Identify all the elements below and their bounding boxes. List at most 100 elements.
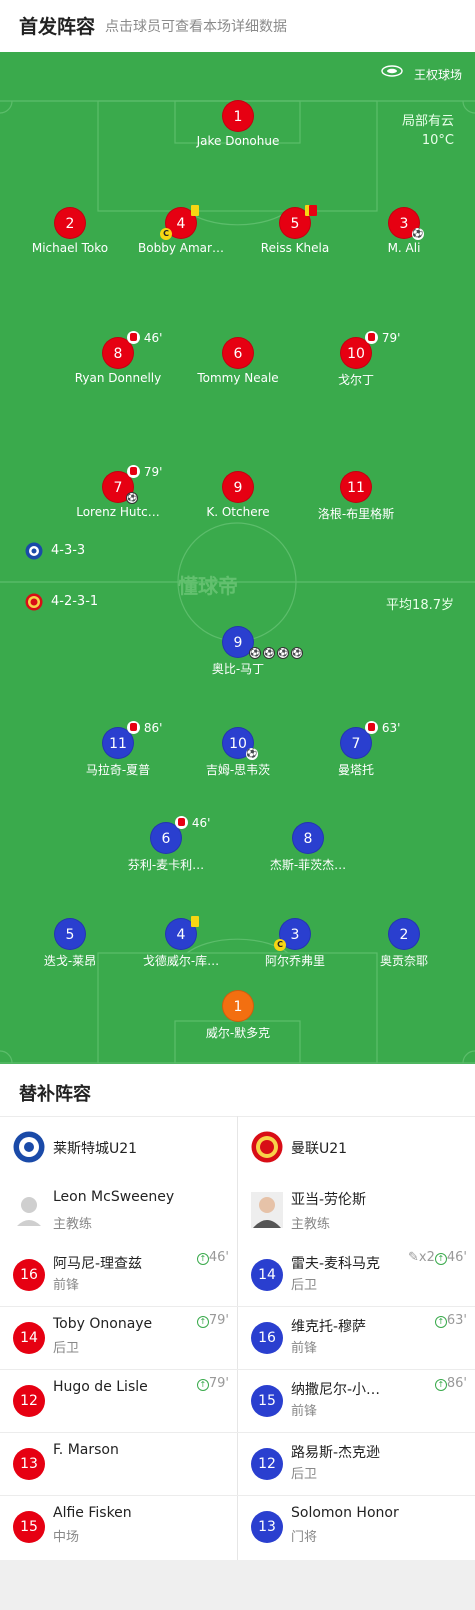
sub-row[interactable]: 16 维克托-穆萨 前锋 ↑ 63' xyxy=(238,1306,475,1369)
sub-out-event: 79' xyxy=(365,331,400,345)
section-subtitle: 点击球员可查看本场详细数据 xyxy=(105,19,287,35)
sub-in-icon: ↑ xyxy=(434,1253,447,1265)
away-team-row[interactable]: 曼联U21 xyxy=(238,1116,475,1179)
watermark: 懂球帝 xyxy=(178,574,238,598)
player-number: 2 xyxy=(54,207,86,239)
player-name: 曼塔托 xyxy=(337,763,374,777)
leicester-crest-icon xyxy=(25,542,43,560)
sub-name: 阿马尼-理查兹 xyxy=(53,1256,143,1272)
goal-ball-icon: ⚽ xyxy=(277,647,289,659)
sub-row[interactable]: 15 Alfie Fisken 中场 xyxy=(0,1495,237,1558)
player-name: Reiss Khela xyxy=(260,241,330,255)
home-coach-row[interactable]: Leon McSweeney 主教练 xyxy=(0,1179,237,1242)
player-name: M. Ali xyxy=(387,241,421,255)
goal-ball-icon: ⚽ xyxy=(249,647,261,659)
subs-header: 替补阵容 xyxy=(0,1064,475,1116)
player-name: 奥比-马丁 xyxy=(211,662,265,676)
player-name: 杰斯-菲茨杰… xyxy=(269,858,347,872)
sub-name: Solomon Honor xyxy=(291,1505,399,1521)
sub-position: 前锋 xyxy=(53,1278,80,1293)
coach-placeholder-icon xyxy=(17,1197,41,1226)
sub-out-icon xyxy=(127,465,140,478)
sub-out-icon xyxy=(365,721,378,734)
player-name: Lorenz Hutc… xyxy=(76,505,160,519)
manutd-crest-icon xyxy=(25,593,43,611)
sub-in-time: ↑ 86' xyxy=(434,1376,467,1391)
sub-name: Hugo de Lisle xyxy=(53,1379,148,1395)
sub-number: 12 xyxy=(251,1448,283,1480)
pitch: 王权球场 局部有云 10°C 4-3-3 4-2-3-1 平均18.7岁 懂球帝… xyxy=(0,52,475,1064)
pitch-lines xyxy=(0,100,475,1064)
coach-name: Leon McSweeney xyxy=(53,1189,175,1205)
player-name: 马拉奇-夏普 xyxy=(85,763,151,777)
player-number: 2 xyxy=(388,918,420,950)
captain-icon: C xyxy=(274,939,286,951)
goal-ball-icon: ⚽ xyxy=(291,647,303,659)
player-name: Jake Donohue xyxy=(196,134,280,148)
sub-row[interactable]: 12 路易斯-杰克逊 后卫 xyxy=(238,1432,475,1495)
sub-row[interactable]: 14 Toby Ononaye 后卫 ↑ 79' xyxy=(0,1306,237,1369)
player-name: 阿尔乔弗里 xyxy=(264,954,325,968)
subs-list: 莱斯特城U21 曼联U21 Leon McSweeney 主教练 亚当-劳伦斯 … xyxy=(0,1116,475,1560)
sub-number: 16 xyxy=(13,1259,45,1291)
captain-icon: C xyxy=(160,228,172,240)
sub-row[interactable]: 13 F. Marson xyxy=(0,1432,237,1495)
sub-number: 13 xyxy=(13,1448,45,1480)
sub-in-icon: ↑ xyxy=(434,1379,447,1391)
sub-number: 14 xyxy=(13,1322,45,1354)
section-title: 首发阵容 xyxy=(19,16,96,38)
sub-in-icon: ↑ xyxy=(434,1316,447,1328)
sub-row[interactable]: 16 阿马尼-理查兹 前锋 ↑ 46' xyxy=(0,1243,237,1306)
player-name: 戈德威尔-库… xyxy=(142,954,220,968)
player-name: 奥贡奈耶 xyxy=(379,954,428,968)
stadium-name: 王权球场 xyxy=(413,68,462,82)
sub-in-icon: ↑ xyxy=(196,1253,209,1265)
sub-out-icon xyxy=(127,331,140,344)
sub-row[interactable]: 15 纳撒尼尔-小… 前锋 ↑ 86' xyxy=(238,1369,475,1432)
sub-name: 雷夫-麦科马克 xyxy=(291,1256,381,1272)
sub-number: 12 xyxy=(13,1385,45,1417)
sub-row[interactable]: 14 雷夫-麦科马克 后卫 ✎x2 ↑ 46' xyxy=(238,1243,475,1306)
player-name: 戈尔丁 xyxy=(337,373,374,387)
subs-title: 替补阵容 xyxy=(19,1084,91,1105)
sub-in-time: ↑ 46' xyxy=(196,1250,229,1265)
manutd-crest-icon xyxy=(251,1131,283,1163)
sub-row[interactable]: 13 Solomon Honor 门将 xyxy=(238,1495,475,1558)
sub-number: 16 xyxy=(251,1322,283,1354)
sub-name: 纳撒尼尔-小… xyxy=(291,1382,381,1398)
temperature: 10°C xyxy=(421,133,454,148)
sub-number: 15 xyxy=(251,1385,283,1417)
sub-out-icon xyxy=(127,721,140,734)
weather: 局部有云 10°C xyxy=(402,112,454,150)
sub-position: 后卫 xyxy=(53,1341,80,1356)
sub-name: F. Marson xyxy=(53,1442,119,1458)
home-formation-value: 4-3-3 xyxy=(51,543,86,558)
sub-in-time: ✎x2 ↑ 46' xyxy=(408,1250,467,1265)
sub-out-event: 46' xyxy=(127,331,162,345)
stadium: 王权球场 xyxy=(381,65,462,83)
player-name: 威尔-默多克 xyxy=(205,1026,271,1040)
assist-icon: ✎ xyxy=(408,1250,419,1265)
sub-position: 中场 xyxy=(53,1530,80,1545)
sub-position: 后卫 xyxy=(291,1467,318,1482)
sub-number: 13 xyxy=(251,1511,283,1543)
player-number: 1 xyxy=(222,990,254,1022)
home-team-row[interactable]: 莱斯特城U21 xyxy=(0,1116,237,1179)
sub-out-event: 86' xyxy=(127,721,162,735)
sub-in-time: ↑ 79' xyxy=(196,1376,229,1391)
sub-row[interactable]: 12 Hugo de Lisle ↑ 79' xyxy=(0,1369,237,1432)
coach-avatar xyxy=(251,1192,283,1228)
yellow-card-icon xyxy=(191,916,199,927)
yellow-card-icon xyxy=(191,205,199,216)
sub-out-event: 63' xyxy=(365,721,400,735)
player-name: 吉姆-思韦茨 xyxy=(205,763,271,777)
away-coach-row[interactable]: 亚当-劳伦斯 主教练 xyxy=(238,1179,475,1242)
player-name: Michael Toko xyxy=(31,241,109,255)
assist-icon: ⚽ xyxy=(246,748,258,760)
goal-ball-icon: ⚽ xyxy=(263,647,275,659)
player-number: 9 xyxy=(222,471,254,503)
sub-out-event: 46' xyxy=(175,816,210,830)
sub-in-icon: ↑ xyxy=(196,1316,209,1328)
average-age: 平均18.7岁 xyxy=(386,598,454,613)
red-card-icon xyxy=(309,205,317,216)
